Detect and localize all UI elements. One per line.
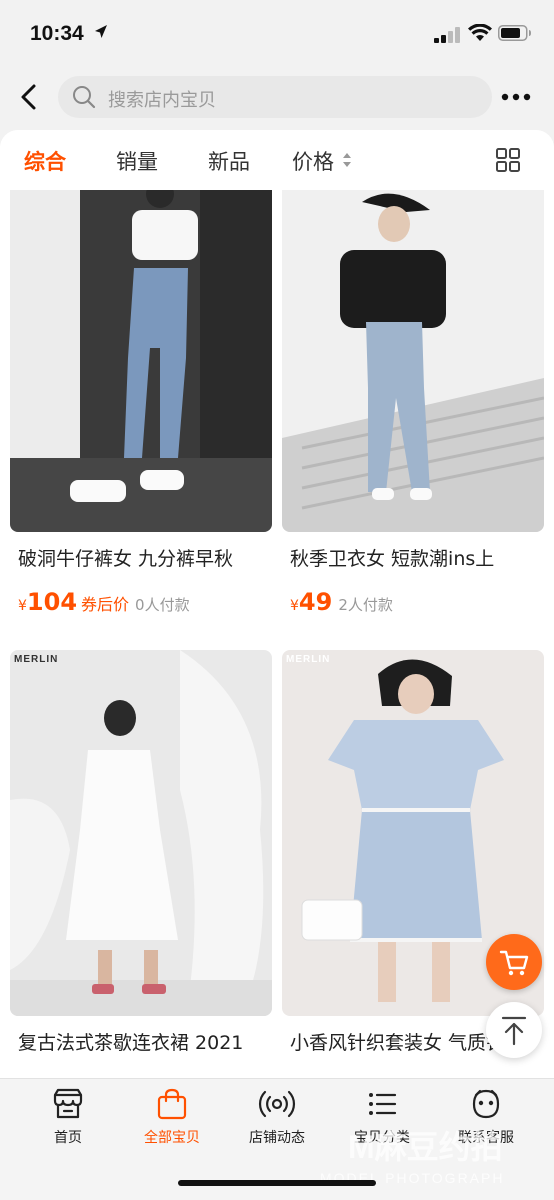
paid-count: 2人付款 <box>338 596 393 614</box>
tab-price[interactable]: 价格 <box>292 146 334 176</box>
tab-label: 宝贝分类 <box>354 1130 410 1146</box>
product-image[interactable] <box>10 188 272 532</box>
tab-customer-service[interactable]: 联系客服 <box>436 1087 536 1157</box>
list-icon <box>369 1093 397 1115</box>
location-arrow-icon <box>95 25 107 38</box>
price-row: ¥104 券后价 0人付款 <box>18 588 190 618</box>
broadcast-icon <box>258 1090 296 1118</box>
tab-all-items[interactable]: 全部宝贝 <box>122 1087 222 1157</box>
currency-symbol: ¥ <box>290 598 299 614</box>
home-indicator[interactable] <box>178 1180 376 1186</box>
more-dots-icon[interactable] <box>500 90 532 104</box>
brand-mark: MERLIN <box>286 654 331 665</box>
product-card[interactable]: MERLIN 复古法式茶歇连衣裙 2021 <box>10 650 272 1078</box>
wifi-icon <box>468 24 492 41</box>
product-price: 49 <box>298 588 333 616</box>
storefront-icon <box>53 1088 83 1119</box>
search-input[interactable]: 搜索店内宝贝 <box>58 76 492 118</box>
product-card[interactable]: 破洞牛仔裤女 九分裤早秋 ¥104 券后价 0人付款 <box>10 188 272 616</box>
grid-view-icon[interactable] <box>496 148 520 172</box>
product-title[interactable]: 破洞牛仔裤女 九分裤早秋 <box>18 544 268 571</box>
search-placeholder: 搜索店内宝贝 <box>108 90 216 111</box>
tab-home[interactable]: 首页 <box>18 1087 118 1157</box>
price-row: ¥49 2人付款 <box>290 588 393 618</box>
currency-symbol: ¥ <box>18 598 27 614</box>
product-title[interactable]: 复古法式茶歇连衣裙 2021 <box>18 1028 268 1055</box>
price-tag: 券后价 <box>81 595 130 614</box>
nav-bar: 搜索店内宝贝 <box>0 64 554 130</box>
product-image[interactable]: MERLIN <box>10 650 272 1016</box>
back-to-top-icon <box>501 1016 527 1046</box>
tab-store-updates[interactable]: 店铺动态 <box>227 1087 327 1157</box>
tab-label: 店铺动态 <box>249 1130 305 1146</box>
sort-arrows-icon <box>343 153 351 167</box>
product-card[interactable]: 秋季卫衣女 短款潮ins上 ¥49 2人付款 <box>282 188 544 616</box>
sort-tabs: 综合 销量 新品 价格 <box>0 130 554 190</box>
signal-icon <box>434 27 460 43</box>
battery-icon <box>498 25 531 41</box>
back-to-top-button[interactable] <box>486 1002 542 1058</box>
tab-sales[interactable]: 销量 <box>116 146 158 176</box>
product-title[interactable]: 秋季卫衣女 短款潮ins上 <box>290 544 540 571</box>
tab-new[interactable]: 新品 <box>208 146 250 176</box>
product-price: 104 <box>26 588 78 616</box>
tab-label: 全部宝贝 <box>144 1130 200 1146</box>
search-icon <box>73 86 96 109</box>
tab-comprehensive[interactable]: 综合 <box>24 146 66 176</box>
status-bar: 10:34 <box>0 0 554 64</box>
shopping-bag-icon <box>157 1088 187 1120</box>
cart-icon <box>499 950 529 976</box>
tab-label: 首页 <box>54 1130 82 1146</box>
tab-categories[interactable]: 宝贝分类 <box>332 1087 432 1157</box>
product-image[interactable] <box>282 188 544 532</box>
status-time: 10:34 <box>30 22 84 45</box>
cart-button[interactable] <box>486 934 542 990</box>
chevron-left-icon[interactable] <box>16 82 42 112</box>
service-face-icon <box>472 1089 500 1119</box>
tab-label: 联系客服 <box>458 1130 514 1146</box>
product-list-panel: 综合 销量 新品 价格 破洞牛仔裤女 九分裤早秋 ¥104 券后价 0人付款 秋… <box>0 130 554 1078</box>
paid-count: 0人付款 <box>135 596 190 614</box>
brand-mark: MERLIN <box>14 654 59 665</box>
